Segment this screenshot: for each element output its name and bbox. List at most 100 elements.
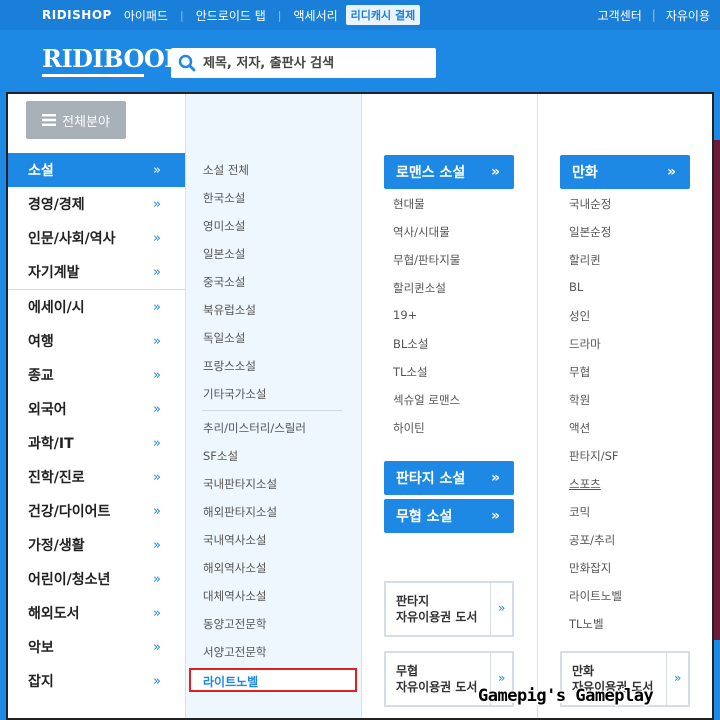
- subcategory-link[interactable]: 프랑스소설: [203, 358, 256, 374]
- category-label: 어린이/청소년: [28, 572, 111, 588]
- subcategory-link[interactable]: 서양고전문학: [203, 644, 266, 660]
- martial-novel-header[interactable]: 무협 소설 »: [384, 499, 514, 533]
- fantasy-novel-header[interactable]: 판타지 소설 »: [384, 461, 514, 495]
- category-item-self-help[interactable]: 자기계발 »: [8, 255, 185, 289]
- category-label: 건강/다이어트: [28, 504, 111, 520]
- top-bar: RIDISHOP 아이패드 | 안드로이드 탭 | 액세서리 리디캐시 결제 고…: [0, 0, 720, 30]
- chevron-right-icon: »: [153, 367, 161, 383]
- comics-item[interactable]: 드라마: [569, 336, 601, 352]
- comics-item[interactable]: 국내순정: [569, 196, 611, 212]
- comics-item[interactable]: 성인: [569, 308, 590, 324]
- category-item-home[interactable]: 가정/생활 »: [8, 528, 185, 562]
- separator: |: [651, 8, 656, 22]
- category-item-science-it[interactable]: 과학/IT »: [8, 426, 185, 460]
- chevron-right-icon: »: [153, 469, 161, 485]
- category-item-novel[interactable]: 소설 »: [8, 153, 185, 187]
- chevron-right-icon: »: [153, 333, 161, 349]
- highlighted-light-novel-link[interactable]: 라이트노벨: [189, 668, 357, 692]
- subcategory-link[interactable]: 독일소설: [203, 330, 245, 346]
- category-menu-panel: 전체분야 소설 » 경영/경제 » 인문/사회/역사 » 자기계발 » 에세이/시 » 여…: [6, 92, 714, 720]
- category-label: 잡지: [28, 674, 54, 690]
- comics-item[interactable]: 스포츠: [569, 476, 601, 492]
- subcategory-link[interactable]: 해외역사소설: [203, 560, 266, 576]
- category-item-foreign-language[interactable]: 외국어 »: [8, 392, 185, 426]
- all-categories-button[interactable]: 전체분야: [26, 101, 126, 139]
- topbar-link-accessories[interactable]: 액세서리: [293, 7, 337, 24]
- topbar-link-ipad[interactable]: 아이패드: [124, 7, 168, 24]
- all-categories-label: 전체분야: [62, 114, 110, 130]
- comics-item[interactable]: 액션: [569, 420, 590, 436]
- subcategory-link[interactable]: 중국소설: [203, 274, 245, 290]
- subcategory-link[interactable]: 한국소설: [203, 190, 245, 206]
- subcategory-link[interactable]: 동양고전문학: [203, 616, 266, 632]
- category-label: 외국어: [28, 402, 67, 418]
- subcategory-link[interactable]: 해외판타지소설: [203, 504, 277, 520]
- subcategory-link[interactable]: 기타국가소설: [203, 386, 266, 402]
- comics-item[interactable]: 학원: [569, 392, 590, 408]
- subcategory-link[interactable]: 국내판타지소설: [203, 476, 277, 492]
- ridishop-link[interactable]: RIDISHOP: [42, 8, 112, 22]
- category-label: 자기계발: [28, 265, 80, 281]
- chevron-right-icon: »: [153, 401, 161, 417]
- comics-item[interactable]: 라이트노벨: [569, 588, 622, 604]
- romance-item[interactable]: 역사/시대물: [393, 224, 450, 240]
- romance-novel-header[interactable]: 로맨스 소설 »: [384, 155, 514, 189]
- category-item-health[interactable]: 건강/다이어트 »: [8, 494, 185, 528]
- category-item-essay[interactable]: 에세이/시 »: [8, 290, 185, 324]
- martial-title: 무협 소설: [396, 509, 453, 525]
- box-line1: 만화: [572, 664, 595, 678]
- romance-item[interactable]: 무협/판타지물: [393, 252, 460, 268]
- category-item-business[interactable]: 경영/경제 »: [8, 187, 185, 221]
- romance-item[interactable]: 19+: [393, 308, 417, 322]
- comics-item[interactable]: 판타지/SF: [569, 448, 619, 464]
- fantasy-free-pass-box[interactable]: 판타지 자유이용권 도서 »: [384, 581, 514, 637]
- romance-item[interactable]: 섹슈얼 로맨스: [393, 392, 460, 408]
- category-item-magazine[interactable]: 잡지 »: [8, 664, 185, 698]
- romance-item[interactable]: 하이틴: [393, 420, 425, 436]
- subcategory-link[interactable]: SF소설: [203, 448, 238, 464]
- ridi-cash-button[interactable]: 리디캐시 결제: [345, 5, 421, 25]
- search-icon[interactable]: [171, 48, 203, 78]
- comics-item[interactable]: 할리퀸: [569, 252, 601, 268]
- subcategory-link[interactable]: 국내역사소설: [203, 532, 266, 548]
- topbar-link-android-tab[interactable]: 안드로이드 탭: [196, 7, 266, 24]
- comics-item[interactable]: 코믹: [569, 504, 590, 520]
- customer-center-link[interactable]: 고객센터: [598, 7, 642, 24]
- category-item-religion[interactable]: 종교 »: [8, 358, 185, 392]
- category-item-career[interactable]: 진학/진로 »: [8, 460, 185, 494]
- subcategory-link[interactable]: 대체역사소설: [203, 588, 266, 604]
- category-label: 소설: [28, 163, 54, 179]
- subcategory-link[interactable]: 영미소설: [203, 218, 245, 234]
- subcategory-link[interactable]: 일본소설: [203, 246, 245, 262]
- chevron-right-icon: »: [666, 164, 676, 180]
- chevron-right-icon: »: [674, 671, 682, 685]
- menu-icon: [42, 114, 57, 126]
- category-item-travel[interactable]: 여행 »: [8, 324, 185, 358]
- chevron-right-icon: »: [153, 230, 161, 246]
- free-pass-link[interactable]: 자유이용: [666, 7, 710, 24]
- romance-item[interactable]: BL소설: [393, 336, 428, 352]
- subcategory-link[interactable]: 추리/미스터리/스릴러: [203, 420, 306, 436]
- category-item-sheet-music[interactable]: 악보 »: [8, 630, 185, 664]
- comics-item[interactable]: 공포/추리: [569, 532, 615, 548]
- chevron-right-icon: »: [153, 673, 161, 689]
- chevron-right-icon: »: [153, 571, 161, 587]
- category-item-humanities[interactable]: 인문/사회/역사 »: [8, 221, 185, 255]
- category-label: 과학/IT: [28, 436, 74, 452]
- romance-item[interactable]: 할리퀸소설: [393, 280, 446, 296]
- category-item-children[interactable]: 어린이/청소년 »: [8, 562, 185, 596]
- search-input[interactable]: [203, 55, 423, 71]
- comics-item[interactable]: 일본순정: [569, 224, 611, 240]
- chevron-right-icon: »: [153, 435, 161, 451]
- comics-item[interactable]: BL: [569, 280, 583, 294]
- subcategory-link[interactable]: 소설 전체: [203, 162, 249, 178]
- category-item-foreign-books[interactable]: 해외도서 »: [8, 596, 185, 630]
- comics-item[interactable]: TL노벨: [569, 616, 604, 632]
- comics-item[interactable]: 만화잡지: [569, 560, 611, 576]
- comics-item[interactable]: 무협: [569, 364, 590, 380]
- header: RIDIBOOKS: [0, 30, 720, 92]
- romance-item[interactable]: 현대물: [393, 196, 425, 212]
- romance-item[interactable]: TL소설: [393, 364, 428, 380]
- subcategory-link[interactable]: 북유럽소설: [203, 302, 256, 318]
- comics-header[interactable]: 만화 »: [560, 155, 690, 189]
